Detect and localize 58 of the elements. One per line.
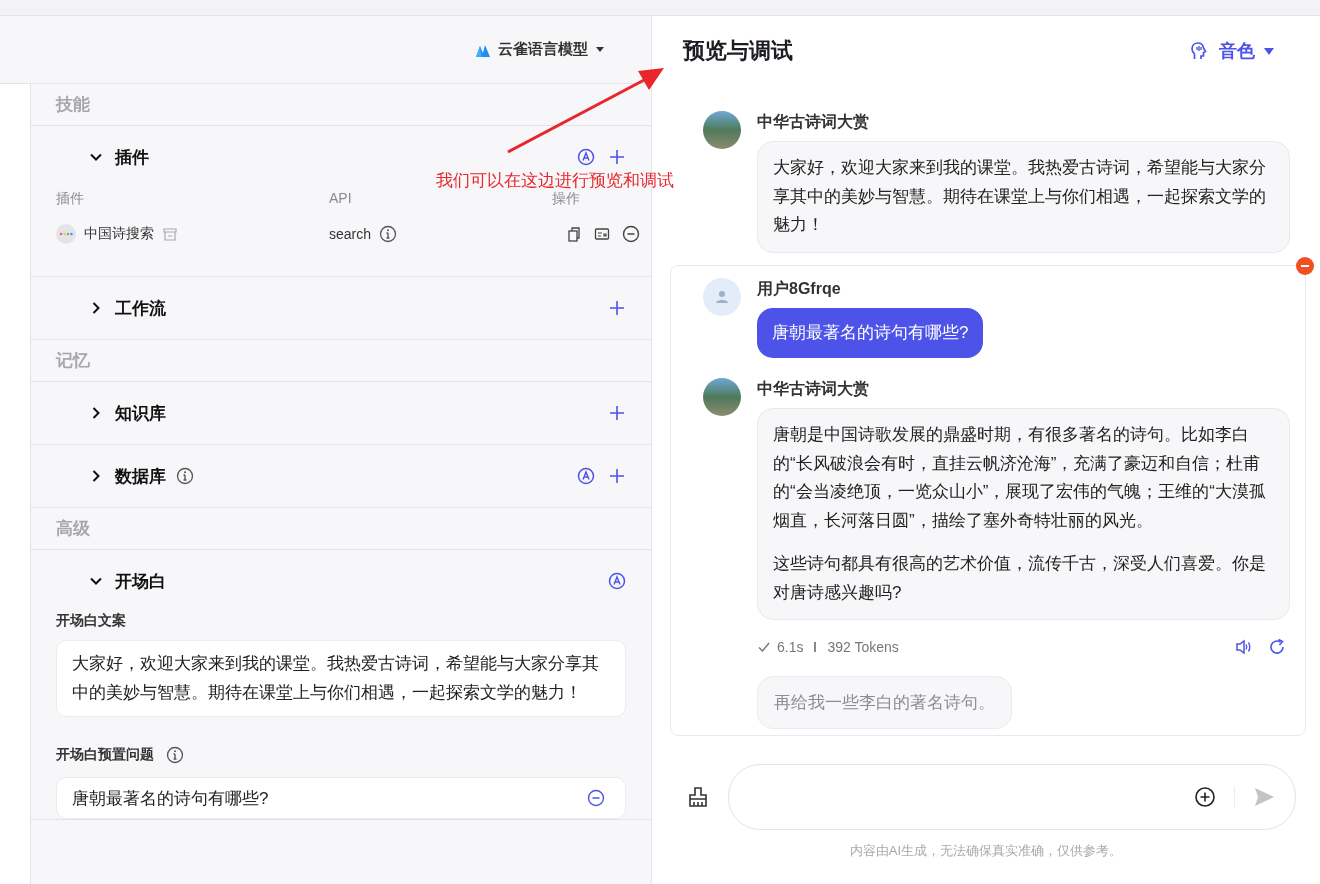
info-icon bbox=[379, 225, 398, 243]
section-title[interactable]: 工作流 bbox=[115, 296, 166, 320]
remove-icon[interactable] bbox=[622, 225, 640, 243]
broom-icon[interactable] bbox=[687, 786, 709, 808]
panel-title: 预览与调试 bbox=[683, 37, 793, 65]
token-count: 392 Tokens bbox=[827, 639, 899, 655]
message-text: 大家好，欢迎大家来到我的课堂。我热爱古诗词，希望能与大家分享其中的美妙与智慧。期待在课堂上与你们相遇，一起探索文学的魅力！ bbox=[773, 157, 1267, 236]
caret-icon bbox=[595, 46, 605, 53]
column-header: 操作 bbox=[552, 189, 581, 208]
group-heading: 记忆 bbox=[31, 340, 651, 382]
store-icon bbox=[162, 226, 178, 242]
plugin-name: 中国诗搜索 bbox=[84, 225, 154, 243]
sender-name: 用户8Gfrqe bbox=[757, 278, 842, 299]
annotation-text: 我们可以在这边进行预览和调试 bbox=[436, 170, 674, 192]
add-icon[interactable] bbox=[608, 299, 626, 317]
caret-icon bbox=[1264, 47, 1274, 55]
card-icon[interactable] bbox=[594, 226, 610, 242]
copy-icon[interactable] bbox=[566, 226, 582, 242]
message-input[interactable] bbox=[728, 764, 1296, 830]
user-avatar-icon bbox=[703, 277, 741, 316]
auto-icon[interactable] bbox=[577, 148, 595, 166]
message-text: 唐朝是中国诗歌发展的鼎盛时期，有很多著名的诗句。比如李白的“长风破浪会有时，直挂云帆济沧海”，充满了豪迈和自信；杜甫的“会当凌绝顶，一览众山小”，展现了宏伟的气魄；王维的“大漠孤烟直，长河落日圆”，描绘了塞外奇特壮丽的风光。 bbox=[773, 424, 1267, 532]
add-icon[interactable] bbox=[608, 467, 626, 485]
column-header: 插件 bbox=[56, 189, 85, 208]
section-title[interactable]: 开场白 bbox=[115, 569, 166, 593]
field-label: 开场白文案 bbox=[56, 612, 127, 630]
add-icon[interactable] bbox=[608, 148, 626, 166]
section-title[interactable]: 数据库 bbox=[115, 464, 166, 488]
voice-button[interactable]: 音色 bbox=[1184, 38, 1280, 64]
disclaimer-text: 内容由AI生成，无法确保真实准确，仅供参考。 bbox=[848, 842, 1124, 860]
question-field[interactable]: 唐朝最著名的诗句有哪些? bbox=[56, 777, 626, 819]
api-name: search bbox=[329, 226, 372, 242]
bot-avatar-photo bbox=[703, 111, 741, 149]
delete-icon[interactable] bbox=[1296, 256, 1314, 275]
add-icon[interactable] bbox=[608, 404, 626, 422]
group-heading: 技能 bbox=[31, 84, 651, 126]
auto-icon[interactable] bbox=[608, 572, 626, 590]
add-circle-icon[interactable] bbox=[1194, 786, 1216, 808]
message-text: 唐朝最著名的诗句有哪些? bbox=[772, 321, 969, 344]
section-title[interactable]: 插件 bbox=[115, 145, 149, 169]
model-selector[interactable]: 云雀语言模型 bbox=[471, 36, 609, 63]
auto-icon[interactable] bbox=[577, 467, 595, 485]
column-header: API bbox=[329, 189, 353, 208]
sender-name: 中华古诗词大赏 bbox=[757, 112, 870, 132]
sender-name: 中华古诗词大赏 bbox=[757, 379, 870, 399]
plugin-logo-icon bbox=[56, 224, 76, 244]
info-icon bbox=[166, 746, 184, 764]
remove-icon[interactable] bbox=[587, 789, 605, 807]
refresh-icon[interactable] bbox=[1268, 638, 1286, 656]
opening-text-field[interactable]: 大家好，欢迎大家来到我的课堂。我热爱古诗词，希望能与大家分享其中的美妙与智慧。期待在课堂上与你们相遇，一起探索文学的魅力！ bbox=[56, 640, 626, 717]
group-heading: 高级 bbox=[31, 508, 651, 550]
speaker-icon[interactable] bbox=[1234, 638, 1252, 656]
check-icon bbox=[757, 640, 771, 654]
response-time: 6.1s bbox=[777, 639, 804, 655]
section-title[interactable]: 知识库 bbox=[115, 401, 166, 425]
field-label: 开场白预置问题 bbox=[56, 746, 154, 764]
message-text: 这些诗句都具有很高的艺术价值，流传千古，深受人们喜爱。你是对唐诗感兴趣吗? bbox=[773, 553, 1267, 604]
bot-avatar-photo bbox=[703, 378, 741, 416]
